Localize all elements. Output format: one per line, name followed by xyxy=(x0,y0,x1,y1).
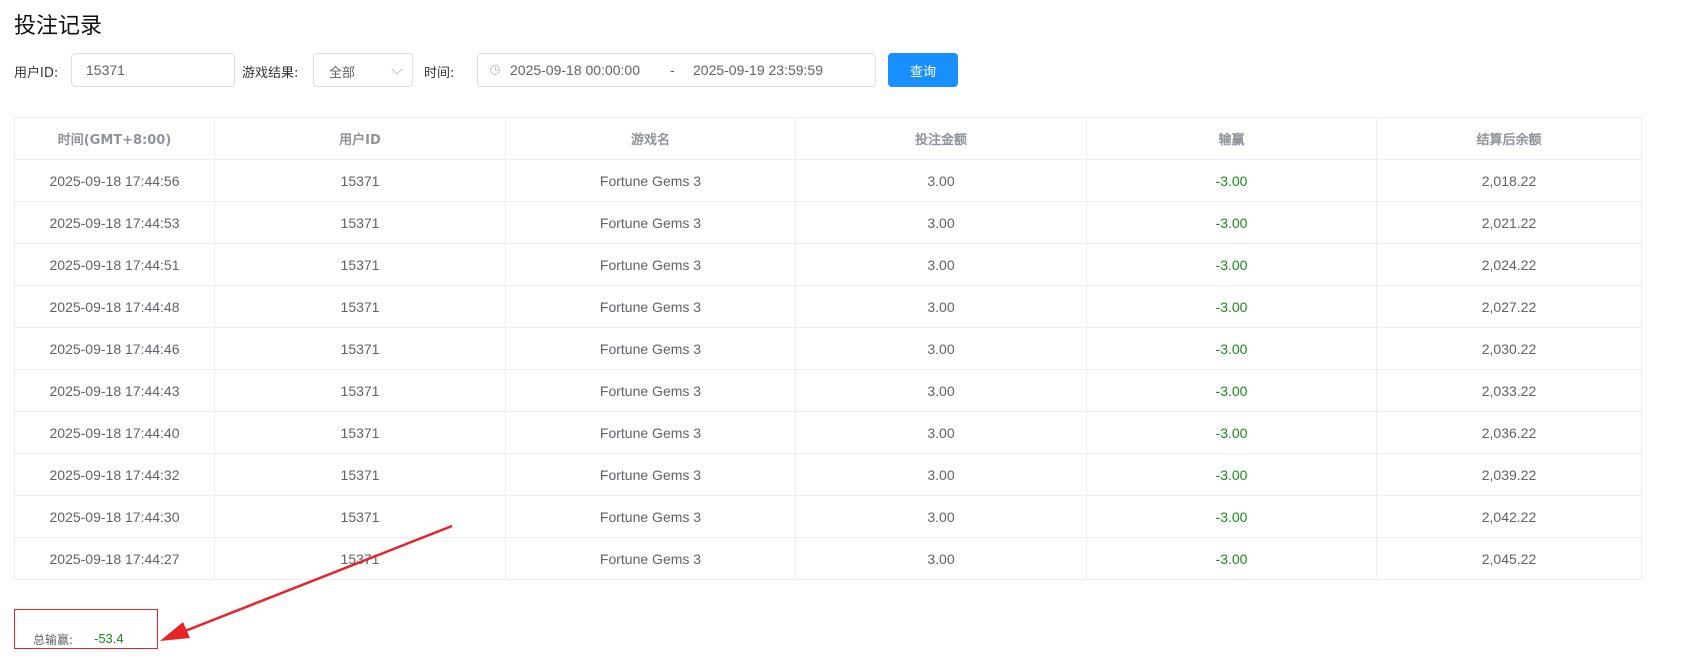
cell-win-loss: -3.00 xyxy=(1086,159,1377,202)
cell-bet-amount: 3.00 xyxy=(795,411,1087,454)
cell-win-loss: -3.00 xyxy=(1086,369,1377,412)
cell-balance: 2,027.22 xyxy=(1376,285,1642,328)
cell-win-loss: -3.00 xyxy=(1086,537,1377,580)
cell-user-id: 15371 xyxy=(214,537,506,580)
table-header-row: 时间(GMT+8:00) 用户ID 游戏名 投注金额 输赢 结算后余额 xyxy=(14,117,1642,160)
time-start-value[interactable]: 2025-09-18 00:00:00 xyxy=(510,62,640,78)
table-row: 2025-09-18 17:44:48 15371 Fortune Gems 3 3.… xyxy=(14,285,1642,328)
bet-records-page: 投注记录 用户ID: 游戏结果: 全部 时间: 2025-09-18 00:00… xyxy=(0,0,1681,663)
column-header-bet-amount: 投注金额 xyxy=(795,117,1087,160)
page-title: 投注记录 xyxy=(14,14,103,39)
cell-win-loss: -3.00 xyxy=(1086,201,1377,244)
table-row: 2025-09-18 17:44:32 15371 Fortune Gems 3 3.… xyxy=(14,453,1642,496)
cell-balance: 2,042.22 xyxy=(1376,495,1642,538)
filter-bar: 用户ID: 游戏结果: 全部 时间: 2025-09-18 00:00:00 -… xyxy=(14,53,1014,89)
cell-user-id: 15371 xyxy=(214,201,506,244)
cell-bet-amount: 3.00 xyxy=(795,495,1087,538)
column-header-time: 时间(GMT+8:00) xyxy=(14,117,215,160)
table-row: 2025-09-18 17:44:51 15371 Fortune Gems 3 3.… xyxy=(14,243,1642,286)
cell-time: 2025-09-18 17:44:53 xyxy=(14,201,215,244)
user-id-label: 用户ID: xyxy=(14,66,59,81)
cell-time: 2025-09-18 17:44:43 xyxy=(14,369,215,412)
cell-balance: 2,021.22 xyxy=(1376,201,1642,244)
cell-bet-amount: 3.00 xyxy=(795,285,1087,328)
table-row: 2025-09-18 17:44:56 15371 Fortune Gems 3 3.… xyxy=(14,159,1642,202)
cell-game-name: Fortune Gems 3 xyxy=(505,285,796,328)
cell-user-id: 15371 xyxy=(214,159,506,202)
total-win-loss-summary: 总输赢: -53.4 xyxy=(14,609,158,649)
game-result-value: 全部 xyxy=(329,66,356,81)
cell-user-id: 15371 xyxy=(214,285,506,328)
time-range-separator: - xyxy=(670,62,675,78)
table-row: 2025-09-18 17:44:43 15371 Fortune Gems 3 3.… xyxy=(14,369,1642,412)
cell-user-id: 15371 xyxy=(214,411,506,454)
game-result-select[interactable]: 全部 xyxy=(313,53,413,87)
query-button[interactable]: 查询 xyxy=(888,53,958,87)
cell-time: 2025-09-18 17:44:27 xyxy=(14,537,215,580)
cell-time: 2025-09-18 17:44:32 xyxy=(14,453,215,496)
table-row: 2025-09-18 17:44:30 15371 Fortune Gems 3 3.… xyxy=(14,495,1642,538)
cell-win-loss: -3.00 xyxy=(1086,243,1377,286)
column-header-balance: 结算后余额 xyxy=(1376,117,1642,160)
cell-balance: 2,036.22 xyxy=(1376,411,1642,454)
table-row: 2025-09-18 17:44:53 15371 Fortune Gems 3 3.… xyxy=(14,201,1642,244)
cell-game-name: Fortune Gems 3 xyxy=(505,243,796,286)
total-win-loss-label: 总输赢: xyxy=(33,633,74,647)
cell-time: 2025-09-18 17:44:56 xyxy=(14,159,215,202)
chevron-down-icon xyxy=(391,63,403,75)
cell-win-loss: -3.00 xyxy=(1086,285,1377,328)
column-header-win-loss: 输赢 xyxy=(1086,117,1377,160)
time-range-picker[interactable]: 2025-09-18 00:00:00 - 2025-09-19 23:59:5… xyxy=(477,53,876,87)
cell-balance: 2,024.22 xyxy=(1376,243,1642,286)
game-result-label: 游戏结果: xyxy=(242,66,299,81)
cell-balance: 2,045.22 xyxy=(1376,537,1642,580)
cell-game-name: Fortune Gems 3 xyxy=(505,327,796,370)
cell-bet-amount: 3.00 xyxy=(795,327,1087,370)
clock-icon xyxy=(490,65,500,75)
cell-game-name: Fortune Gems 3 xyxy=(505,159,796,202)
cell-bet-amount: 3.00 xyxy=(795,537,1087,580)
cell-time: 2025-09-18 17:44:30 xyxy=(14,495,215,538)
total-win-loss-value: -53.4 xyxy=(94,631,124,646)
cell-user-id: 15371 xyxy=(214,495,506,538)
arrow-annotation-head xyxy=(160,622,190,641)
cell-win-loss: -3.00 xyxy=(1086,327,1377,370)
column-header-user-id: 用户ID xyxy=(214,117,506,160)
cell-time: 2025-09-18 17:44:46 xyxy=(14,327,215,370)
column-header-game-name: 游戏名 xyxy=(505,117,796,160)
cell-balance: 2,018.22 xyxy=(1376,159,1642,202)
table-row: 2025-09-18 17:44:27 15371 Fortune Gems 3 3.… xyxy=(14,537,1642,580)
bet-records-table: 时间(GMT+8:00) 用户ID 游戏名 投注金额 输赢 结算后余额 2025… xyxy=(14,117,1642,580)
cell-time: 2025-09-18 17:44:51 xyxy=(14,243,215,286)
cell-balance: 2,030.22 xyxy=(1376,327,1642,370)
cell-game-name: Fortune Gems 3 xyxy=(505,411,796,454)
cell-win-loss: -3.00 xyxy=(1086,411,1377,454)
cell-game-name: Fortune Gems 3 xyxy=(505,495,796,538)
cell-win-loss: -3.00 xyxy=(1086,495,1377,538)
cell-game-name: Fortune Gems 3 xyxy=(505,537,796,580)
cell-time: 2025-09-18 17:44:48 xyxy=(14,285,215,328)
cell-game-name: Fortune Gems 3 xyxy=(505,369,796,412)
cell-user-id: 15371 xyxy=(214,369,506,412)
cell-user-id: 15371 xyxy=(214,327,506,370)
cell-user-id: 15371 xyxy=(214,243,506,286)
time-label: 时间: xyxy=(424,66,455,81)
cell-balance: 2,039.22 xyxy=(1376,453,1642,496)
user-id-input[interactable] xyxy=(71,53,235,87)
cell-bet-amount: 3.00 xyxy=(795,201,1087,244)
cell-balance: 2,033.22 xyxy=(1376,369,1642,412)
cell-win-loss: -3.00 xyxy=(1086,453,1377,496)
table-row: 2025-09-18 17:44:46 15371 Fortune Gems 3 3.… xyxy=(14,327,1642,370)
cell-bet-amount: 3.00 xyxy=(795,369,1087,412)
cell-game-name: Fortune Gems 3 xyxy=(505,453,796,496)
cell-bet-amount: 3.00 xyxy=(795,159,1087,202)
time-end-value[interactable]: 2025-09-19 23:59:59 xyxy=(693,62,823,78)
cell-bet-amount: 3.00 xyxy=(795,243,1087,286)
cell-time: 2025-09-18 17:44:40 xyxy=(14,411,215,454)
table-row: 2025-09-18 17:44:40 15371 Fortune Gems 3 3.… xyxy=(14,411,1642,454)
cell-bet-amount: 3.00 xyxy=(795,453,1087,496)
cell-game-name: Fortune Gems 3 xyxy=(505,201,796,244)
cell-user-id: 15371 xyxy=(214,453,506,496)
